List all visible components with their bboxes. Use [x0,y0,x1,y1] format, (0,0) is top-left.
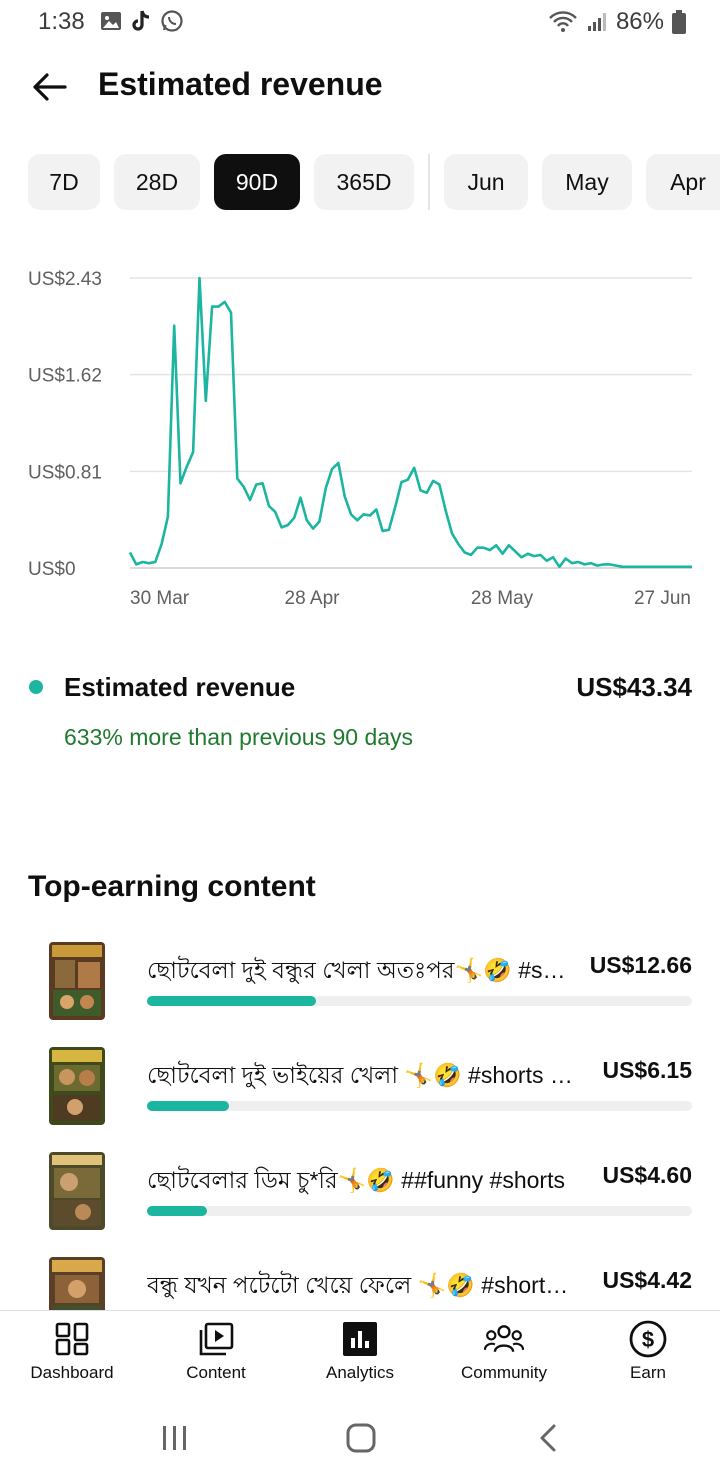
home-button[interactable] [331,1418,391,1458]
nav-label: Dashboard [30,1363,114,1382]
content-title: ছোটবেলার ডিম চু*রি🤸🤣 ##funny #shorts [147,1167,565,1193]
system-navigation [0,1396,720,1480]
recent-apps-button[interactable] [145,1418,205,1458]
nav-label: Content [186,1363,246,1382]
status-time: 1:38 [38,8,85,35]
arrow-left-icon [33,73,67,101]
battery-icon [672,10,686,34]
revenue-share-fill [147,1101,229,1111]
app-header: Estimated revenue [0,56,720,116]
revenue-share-bar [147,1101,692,1111]
home-icon [346,1423,376,1453]
tiktok-icon [132,10,150,31]
chip-apr[interactable]: Apr [646,154,720,210]
content-revenue: US$12.66 [589,952,692,978]
page-title: Estimated revenue [98,66,383,102]
y-tick-label: US$0.81 [28,462,102,483]
battery-percent: 86% [615,8,664,35]
nav-community[interactable]: Community [432,1319,576,1395]
list-item[interactable]: বন্ধু যখন পটেটো খেয়ে ফেলে 🤸🤣 #shorts #f… [0,1251,720,1310]
nav-label: Community [461,1363,547,1382]
chip-divider [428,154,430,210]
summary-label: Estimated revenue [64,672,296,702]
nav-earn[interactable]: $ Earn [576,1319,720,1395]
content-revenue: US$4.60 [602,1162,692,1188]
nav-label: Earn [630,1363,666,1382]
revenue-share-fill [147,996,316,1006]
revenue-share-bar [147,996,692,1006]
series-dot [29,680,43,694]
recent-apps-icon [163,1426,186,1450]
content-title: বন্ধু যখন পটেটো খেয়ে ফেলে 🤸🤣 #shorts #f… [147,1272,577,1298]
revenue-chart: US$2.43 US$1.62 US$0.81 US$0 30 Mar 28 Apr 28 … [0,240,720,620]
nav-analytics[interactable]: Analytics [288,1319,432,1395]
signal-icon [587,13,606,31]
y-tick-label: US$1.62 [28,366,102,387]
back-button[interactable] [26,64,72,110]
dashboard-icon [52,1319,92,1359]
list-item[interactable]: ছোটবেলা দুই ভাইয়ের খেলা 🤸🤣 #shorts #fun… [0,1041,720,1146]
chip-7d[interactable]: 7D [28,154,100,210]
section-title-top-earning: Top-earning content [28,870,316,903]
whatsapp-icon [161,10,183,32]
community-icon [484,1319,524,1359]
nav-label: Analytics [325,1363,395,1382]
system-back-button[interactable] [518,1418,578,1458]
video-thumbnail [49,1257,105,1310]
video-thumbnail [49,1047,105,1125]
list-item[interactable]: ছোটবেলার ডিম চু*রি🤸🤣 ##funny #shorts US$… [0,1146,720,1251]
chip-jun[interactable]: Jun [444,154,528,210]
revenue-series-line [128,276,692,569]
x-tick-label: 28 Apr [285,588,341,609]
content-revenue: US$4.42 [602,1267,692,1293]
back-icon [540,1424,556,1452]
content-title: ছোটবেলা দুই ভাইয়ের খেলা 🤸🤣 #shorts #fun… [147,1062,577,1088]
y-tick-label: US$0 [28,559,76,580]
nav-content[interactable]: Content [144,1319,288,1395]
content-icon [196,1319,236,1359]
status-bar: 1:38 86% [0,0,720,44]
y-tick-label: US$2.43 [28,269,102,290]
bottom-navigation: Dashboard Content Analytics Community $ … [0,1310,720,1396]
gallery-icon [101,12,121,30]
chip-may[interactable]: May [542,154,632,210]
chip-365d[interactable]: 365D [314,154,414,210]
video-thumbnail [49,942,105,1020]
revenue-chart-svg: US$2.43 US$1.62 US$0.81 US$0 30 Mar 28 Apr 28 … [28,269,692,609]
video-thumbnail [49,1152,105,1230]
period-chips: 7D 28D 90D 365D Jun May Apr [28,154,720,210]
nav-dashboard[interactable]: Dashboard [0,1319,144,1395]
chip-90d[interactable]: 90D [214,154,300,210]
chip-28d[interactable]: 28D [114,154,200,210]
content-title: ছোটবেলা দুই বন্ধুর খেলা অতঃপর🤸🤣 #shorts … [147,957,577,983]
x-tick-label: 28 May [471,588,534,609]
svg-text:$: $ [642,1327,654,1352]
revenue-share-bar [147,1206,692,1216]
list-item[interactable]: ছোটবেলা দুই বন্ধুর খেলা অতঃপর🤸🤣 #shorts … [0,936,720,1041]
earn-icon: $ [628,1319,668,1359]
x-tick-label: 27 Jun [634,588,691,609]
top-earning-list: ছোটবেলা দুই বন্ধুর খেলা অতঃপর🤸🤣 #shorts … [0,936,720,1310]
summary-value: US$43.34 [576,672,692,702]
x-tick-label: 30 Mar [130,588,190,609]
revenue-summary: Estimated revenue US$43.34 633% more tha… [0,668,720,768]
summary-change: 633% more than previous 90 days [64,724,414,750]
content-revenue: US$6.15 [602,1057,692,1083]
wifi-icon [549,11,577,32]
revenue-share-fill [147,1206,207,1216]
analytics-icon [340,1319,380,1359]
